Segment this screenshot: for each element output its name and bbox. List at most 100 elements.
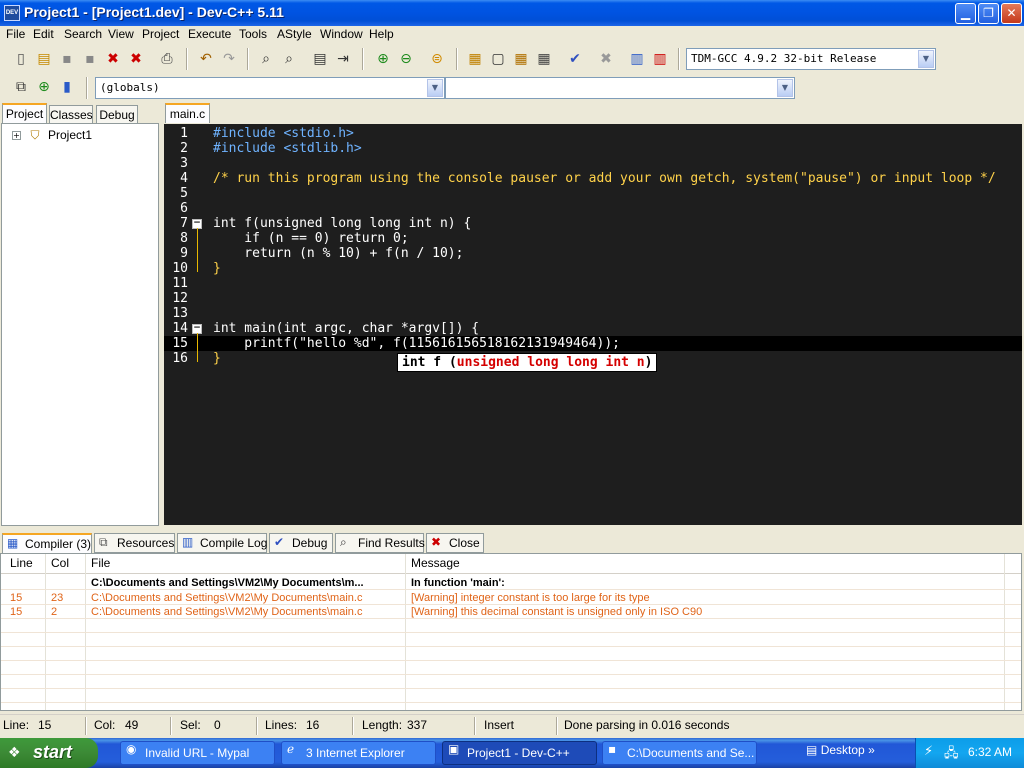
minimize-button[interactable]: ▁ — [955, 3, 976, 24]
tree-expander[interactable]: + — [12, 131, 21, 140]
line-number: 13 — [172, 306, 188, 321]
project-tree[interactable]: + ⛉ Project1 — [1, 123, 159, 526]
tab-label: Resources — [117, 536, 175, 550]
menu-edit[interactable]: Edit — [33, 27, 54, 41]
redo-icon[interactable]: ↷ — [220, 50, 238, 68]
col-header-col[interactable]: Col — [51, 556, 69, 570]
line-number: 5 — [180, 186, 188, 201]
task-cmd[interactable]: ▪ C:\Documents and Se... — [602, 741, 757, 765]
message-row-empty — [1, 619, 1021, 633]
save-icon[interactable]: ▪ — [58, 50, 76, 68]
code-line: 12 — [164, 291, 1022, 306]
tab-classes[interactable]: Classes — [49, 105, 93, 124]
menu-search[interactable]: Search — [64, 27, 102, 41]
run-icon[interactable]: ▢ — [489, 50, 507, 68]
rebuild-all-icon[interactable]: ▦ — [535, 50, 553, 68]
code-text: int main(int argc, char *argv[]) { — [213, 321, 480, 336]
restore-button[interactable]: ❐ — [978, 3, 999, 24]
save-all-icon[interactable]: ▪ — [81, 50, 99, 68]
task-mypal[interactable]: ◉ Invalid URL - Mypal — [120, 741, 275, 765]
chevron-down-icon[interactable]: ▼ — [427, 79, 443, 97]
message-row[interactable]: C:\Documents and Settings\VM2\My Documen… — [1, 576, 1021, 590]
replace-icon[interactable]: ⌕ — [280, 50, 298, 68]
tab-compiler[interactable]: ▦ Compiler (3) — [2, 533, 92, 554]
goto-line-icon[interactable]: ▤ — [311, 50, 329, 68]
menu-execute[interactable]: Execute — [188, 27, 231, 41]
hint-prefix: int f ( — [402, 355, 457, 370]
status-line-label: Line: — [3, 718, 30, 732]
undo-icon[interactable]: ↶ — [197, 50, 215, 68]
chevron-down-icon[interactable]: ▼ — [918, 50, 934, 68]
start-button[interactable]: ❖ start — [0, 738, 98, 768]
msg-text: [Warning] this decimal constant is unsig… — [411, 606, 703, 618]
globals-select[interactable]: (globals) ▼ — [95, 77, 445, 99]
tab-debug[interactable]: Debug — [96, 105, 138, 124]
menu-tools[interactable]: Tools — [239, 27, 267, 41]
task-dev-cpp[interactable]: ▣ Project1 - Dev-C++ — [442, 741, 597, 765]
profile-icon[interactable]: ▥ — [651, 50, 669, 68]
goto-declaration-icon[interactable]: ⧉ — [12, 78, 30, 96]
open-file-icon[interactable]: ▤ — [35, 50, 53, 68]
stop-execution-icon[interactable]: ✖ — [597, 50, 615, 68]
compile-run-icon[interactable]: ▦ — [512, 50, 530, 68]
chevron-icon[interactable]: » — [868, 743, 875, 757]
tab-resources[interactable]: ⧉ Resources — [94, 533, 175, 553]
status-sel-label: Sel: — [180, 718, 201, 732]
tab-project[interactable]: Project — [2, 103, 47, 123]
project-options-icon[interactable]: ⊜ — [428, 50, 446, 68]
menu-view[interactable]: View — [108, 27, 134, 41]
compiler-select[interactable]: TDM-GCC 4.9.2 32-bit Release ▼ — [686, 48, 936, 70]
app-icon[interactable]: DEV — [4, 5, 20, 21]
message-row[interactable]: 15 2 C:\Documents and Settings\VM2\My Do… — [1, 605, 1021, 619]
code-line-current: 15 printf("hello %d", f(1156161565181621… — [164, 336, 1022, 351]
col-header-line[interactable]: Line — [10, 556, 33, 570]
menu-astyle[interactable]: AStyle — [277, 27, 312, 41]
function-select[interactable]: ▼ — [445, 77, 795, 99]
tab-debug-output[interactable]: ✔ Debug — [269, 533, 333, 553]
toolbar-separator — [362, 48, 364, 70]
tab-main-c[interactable]: main.c — [165, 103, 210, 123]
status-divider — [170, 717, 172, 735]
menu-project[interactable]: Project — [142, 27, 179, 41]
status-line: 15 — [38, 718, 52, 732]
find-icon[interactable]: ⌕ — [257, 50, 275, 68]
chevron-down-icon[interactable]: ▼ — [777, 79, 793, 97]
syntax-check-icon[interactable]: ✔ — [566, 50, 584, 68]
add-to-project-icon[interactable]: ⊕ — [374, 50, 392, 68]
power-icon[interactable]: ⚡ — [924, 744, 933, 759]
compile-icon[interactable]: ▦ — [466, 50, 484, 68]
close-all-icon[interactable]: ✖ — [127, 50, 145, 68]
menu-file[interactable]: File — [6, 27, 25, 41]
tab-compile-log[interactable]: ▥ Compile Log — [177, 533, 267, 553]
desktop-toolbar[interactable]: ▤ Desktop » — [806, 743, 875, 757]
goto-definition-icon[interactable]: ⊕ — [35, 78, 53, 96]
message-row-empty — [1, 647, 1021, 661]
chart-icon[interactable]: ▥ — [628, 50, 646, 68]
compiler-messages[interactable]: Line Col File Message C:\Documents and S… — [0, 553, 1022, 711]
clock[interactable]: 6:32 AM — [968, 745, 1012, 759]
indent-icon[interactable]: ⇥ — [334, 50, 352, 68]
new-file-icon[interactable]: ▯ — [12, 50, 30, 68]
dev-cpp-icon: ▣ — [448, 742, 460, 756]
menu-window[interactable]: Window — [320, 27, 363, 41]
title-bar[interactable]: DEV Project1 - [Project1.dev] - Dev-C++ … — [0, 0, 1024, 26]
tree-item-project1[interactable]: Project1 — [48, 128, 92, 142]
code-line: 7− int f(unsigned long long int n) { — [164, 216, 1022, 231]
tab-close[interactable]: ✖ Close — [426, 533, 484, 553]
print-icon[interactable]: ⎙ — [158, 50, 176, 68]
message-row[interactable]: 15 23 C:\Documents and Settings\VM2\My D… — [1, 591, 1021, 605]
col-header-message[interactable]: Message — [411, 556, 460, 570]
menu-help[interactable]: Help — [369, 27, 394, 41]
col-header-file[interactable]: File — [91, 556, 110, 570]
close-button[interactable]: ✕ — [1001, 3, 1022, 24]
close-file-icon[interactable]: ✖ — [104, 50, 122, 68]
bookmark-icon[interactable]: ▮ — [58, 78, 76, 96]
code-line: 8 if (n == 0) return 0; — [164, 231, 1022, 246]
msg-line: 15 — [10, 592, 23, 604]
tab-find-results[interactable]: ⌕ Find Results — [335, 533, 425, 553]
network-icon[interactable]: 🖧 — [944, 744, 959, 766]
task-internet-explorer[interactable]: ℯ 3 Internet Explorer — [281, 741, 436, 765]
line-number: 2 — [180, 141, 188, 156]
remove-from-project-icon[interactable]: ⊖ — [397, 50, 415, 68]
code-editor[interactable]: 1 #include <stdio.h> 2 #include <stdlib.h>… — [164, 124, 1022, 525]
